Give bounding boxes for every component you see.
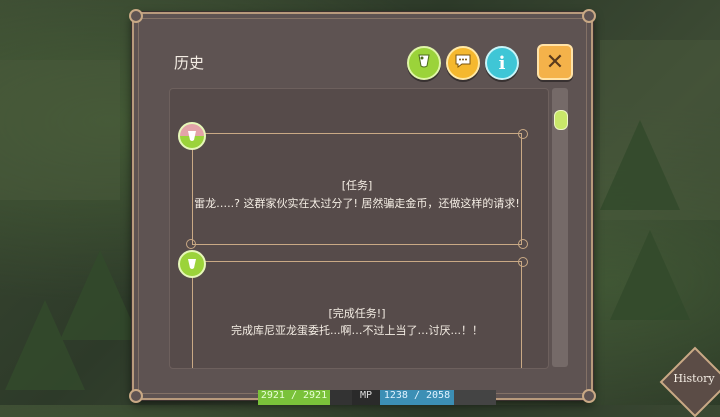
panel-title: 历史 xyxy=(174,54,205,72)
hud-separator xyxy=(330,390,352,405)
divider xyxy=(192,261,522,262)
ornament xyxy=(518,257,528,267)
info-icon: i xyxy=(498,52,506,74)
entry-text: 雷龙…..? 这群家伙实在太过分了! 居然骗走金币，还做这样的请求! xyxy=(194,197,520,210)
entry-label: [任务] xyxy=(341,179,373,192)
entry-label: [完成任务!] xyxy=(328,307,386,320)
scrollbar-track[interactable] xyxy=(552,88,568,367)
history-list[interactable]: [任务] 雷龙…..? 这群家伙实在太过分了! 居然骗走金币，还做这样的请求! … xyxy=(169,88,549,369)
chat-log-button[interactable] xyxy=(446,46,480,80)
mp-value: 1238 / 2058 xyxy=(380,390,454,405)
ornament xyxy=(186,239,196,249)
auto-icon xyxy=(416,53,432,73)
quest-badge-icon xyxy=(178,122,206,150)
close-button[interactable]: ✕ xyxy=(537,44,573,80)
frame-corner-ornament xyxy=(582,389,596,403)
history-panel: 历史 i ✕ [任务] 雷龙…..? 这群家伙实在太过分了! 居然骗走金币，还做… xyxy=(129,9,596,403)
ornament xyxy=(518,129,528,139)
tree xyxy=(610,230,690,320)
auto-play-button[interactable] xyxy=(407,46,441,80)
list-item: [任务] 雷龙…..? 这群家伙实在太过分了! 居然骗走金币，还做这样的请求! xyxy=(178,122,532,249)
history-button-label[interactable]: History xyxy=(668,372,720,385)
info-button[interactable]: i xyxy=(485,46,519,80)
mp-label: MP xyxy=(352,390,380,405)
close-icon: ✕ xyxy=(545,49,565,75)
ornament xyxy=(518,239,528,249)
tree xyxy=(600,120,680,210)
divider xyxy=(192,133,522,134)
frame-corner-ornament xyxy=(582,9,596,23)
divider xyxy=(192,244,522,245)
tree xyxy=(5,300,85,390)
terrain-block xyxy=(0,60,120,200)
hp-value: 2921 / 2921 xyxy=(258,390,330,405)
status-hud: 2921 / 2921 MP 1238 / 2058 xyxy=(258,390,496,405)
scrollbar-thumb[interactable] xyxy=(554,110,568,130)
frame-corner-ornament xyxy=(129,9,143,23)
list-item: [完成任务!] 完成库尼亚龙蛋委托...啊…不过上当了…讨厌...！！ xyxy=(178,250,532,368)
frame-corner-ornament xyxy=(129,389,143,403)
entry-text: 完成库尼亚龙蛋委托...啊…不过上当了…讨厌...！！ xyxy=(231,324,483,337)
mp-bar-empty xyxy=(454,390,496,405)
quest-badge-icon xyxy=(178,250,206,278)
chat-bubble-icon xyxy=(454,53,472,73)
